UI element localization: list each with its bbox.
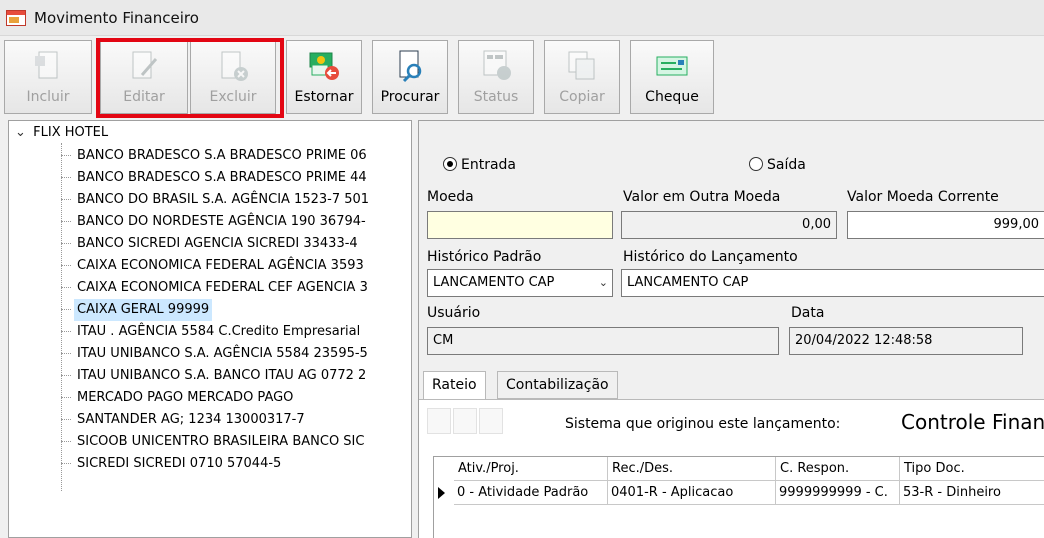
incluir-label: Incluir bbox=[26, 89, 70, 105]
edit-document-icon bbox=[128, 49, 160, 83]
tree-item[interactable]: SICOOB UNICENTRO BRASILEIRA BANCO SIC bbox=[61, 431, 407, 453]
saida-radio[interactable]: Saída bbox=[749, 157, 806, 173]
tree-item[interactable]: SANTANDER AG; 1234 13000317-7 bbox=[61, 409, 407, 431]
tree-item[interactable]: SICREDI SICREDI 0710 57044-5 bbox=[61, 453, 407, 475]
procurar-button[interactable]: Procurar bbox=[372, 40, 448, 114]
tree-item[interactable]: MERCADO PAGO MERCADO PAGO bbox=[61, 387, 407, 409]
historico-lancamento-field[interactable]: LANCAMENTO CAP bbox=[621, 269, 1044, 297]
historico-lancamento-label: Histórico do Lançamento bbox=[623, 249, 798, 265]
column-header[interactable]: Rec./Des. bbox=[608, 457, 776, 481]
entrada-radio[interactable]: Entrada bbox=[443, 157, 516, 173]
tree-item[interactable]: ITAU UNIBANCO S.A. AGÊNCIA 5584 23595-5 bbox=[61, 343, 407, 365]
radio-checked-icon bbox=[443, 157, 457, 171]
rateio-grid: Ativ./Proj. Rec./Des. C. Respon. Tipo Do… bbox=[433, 456, 1044, 538]
data-field: 20/04/2022 12:48:58 bbox=[789, 327, 1023, 355]
account-tree: ⌄ FLIX HOTEL BANCO BRADESCO S.A BRADESCO… bbox=[8, 120, 412, 538]
column-header[interactable]: Tipo Doc. bbox=[900, 457, 1044, 481]
excluir-button[interactable]: Excluir bbox=[190, 40, 276, 114]
detail-panel: Entrada Saída Moeda Valor em Outra Moeda… bbox=[418, 120, 1044, 538]
excluir-label: Excluir bbox=[209, 89, 257, 105]
tab-strip: Rateio Contabilização bbox=[419, 371, 1044, 400]
copiar-label: Copiar bbox=[559, 89, 605, 105]
tree-item[interactable]: ITAU . AGÊNCIA 5584 C.Credito Empresaria… bbox=[61, 321, 407, 343]
data-label: Data bbox=[791, 305, 825, 321]
status-label: Status bbox=[473, 89, 519, 105]
valor-outra-moeda-field[interactable]: 0,00 bbox=[621, 211, 837, 239]
cheque-button[interactable]: Cheque bbox=[630, 40, 714, 114]
cheque-label: Cheque bbox=[645, 89, 699, 105]
table-cell[interactable]: 0401-R - Aplicacao bbox=[608, 481, 776, 505]
valor-moeda-corrente-field[interactable]: 999,00 bbox=[847, 211, 1044, 239]
estornar-label: Estornar bbox=[294, 89, 354, 105]
incluir-button[interactable]: Incluir bbox=[4, 40, 92, 114]
usuario-field: CM bbox=[427, 327, 779, 355]
tree-item[interactable]: BANCO BRADESCO S.A BRADESCO PRIME 44 bbox=[61, 167, 407, 189]
editar-label: Editar bbox=[123, 89, 165, 105]
procurar-label: Procurar bbox=[380, 89, 440, 105]
tree-item[interactable]: CAIXA ECONOMICA FEDERAL AGÊNCIA 3593 bbox=[61, 255, 407, 277]
chevron-down-icon[interactable]: ⌄ bbox=[15, 125, 29, 140]
valor-outra-moeda-label: Valor em Outra Moeda bbox=[623, 189, 781, 205]
tab-rateio[interactable]: Rateio bbox=[423, 371, 486, 400]
sistema-label: Sistema que originou este lançamento: bbox=[565, 416, 841, 432]
new-document-icon bbox=[32, 49, 64, 83]
rateio-tab-body: Sistema que originou este lançamento: Co… bbox=[419, 399, 1044, 538]
moeda-field[interactable] bbox=[427, 211, 613, 239]
tree-item[interactable]: BANCO DO BRASIL S.A. AGÊNCIA 1523-7 501 bbox=[61, 189, 407, 211]
delete-document-icon bbox=[217, 49, 249, 83]
status-button[interactable]: Status bbox=[458, 40, 534, 114]
tree-item[interactable]: BANCO SICREDI AGENCIA SICREDI 33433-4 bbox=[61, 233, 407, 255]
toolbar: Incluir Editar Excluir Estornar Procurar… bbox=[4, 40, 1044, 116]
tree-root[interactable]: ⌄ FLIX HOTEL bbox=[15, 125, 108, 140]
table-cell[interactable]: 53-R - Dinheiro bbox=[900, 481, 1044, 505]
entrada-label: Entrada bbox=[461, 157, 517, 173]
refund-money-icon bbox=[308, 49, 340, 83]
column-header[interactable]: C. Respon. bbox=[776, 457, 900, 481]
chevron-down-icon[interactable]: ⌄ bbox=[599, 270, 608, 296]
usuario-label: Usuário bbox=[427, 305, 481, 321]
saida-label: Saída bbox=[767, 157, 806, 173]
editar-button[interactable]: Editar bbox=[100, 40, 188, 114]
delete-document-icon[interactable] bbox=[479, 408, 503, 434]
table-cell[interactable]: 9999999999 - C. bbox=[776, 481, 900, 505]
tree-item-selected[interactable]: CAIXA GERAL 99999 bbox=[61, 299, 407, 321]
valor-moeda-corrente-label: Valor Moeda Corrente bbox=[847, 189, 999, 205]
tree-root-label: FLIX HOTEL bbox=[33, 125, 109, 140]
tab-contabilizacao[interactable]: Contabilização bbox=[497, 371, 618, 399]
app-icon bbox=[6, 10, 26, 26]
tree-item[interactable]: BANCO BRADESCO S.A BRADESCO PRIME 06 bbox=[61, 145, 407, 167]
copiar-button[interactable]: Copiar bbox=[544, 40, 620, 114]
historico-padrao-select[interactable]: LANCAMENTO CAP ⌄ bbox=[427, 269, 613, 297]
edit-document-icon[interactable] bbox=[453, 408, 477, 434]
status-icon bbox=[480, 49, 512, 83]
new-document-icon[interactable] bbox=[427, 408, 451, 434]
radio-unchecked-icon bbox=[749, 157, 763, 171]
historico-padrao-label: Histórico Padrão bbox=[427, 249, 542, 265]
window-title: Movimento Financeiro bbox=[34, 9, 199, 27]
estornar-button[interactable]: Estornar bbox=[286, 40, 362, 114]
search-document-icon bbox=[394, 49, 426, 83]
cheque-icon bbox=[656, 49, 688, 83]
title-bar: Movimento Financeiro bbox=[0, 0, 1044, 36]
tree-item[interactable]: BANCO DO NORDESTE AGÊNCIA 190 36794- bbox=[61, 211, 407, 233]
row-pointer-icon bbox=[438, 487, 445, 499]
tree-item[interactable]: CAIXA ECONOMICA FEDERAL CEF AGENCIA 3 bbox=[61, 277, 407, 299]
moeda-label: Moeda bbox=[427, 189, 474, 205]
table-cell[interactable]: 0 - Atividade Padrão bbox=[454, 481, 608, 505]
rateio-toolbar bbox=[427, 406, 547, 436]
copy-icon bbox=[566, 49, 598, 83]
sistema-value: Controle Financeiro bbox=[901, 410, 1044, 434]
column-header[interactable]: Ativ./Proj. bbox=[454, 457, 608, 481]
tree-item[interactable]: ITAU UNIBANCO S.A. BANCO ITAU AG 0772 2 bbox=[61, 365, 407, 387]
historico-padrao-value: LANCAMENTO CAP bbox=[433, 275, 555, 290]
